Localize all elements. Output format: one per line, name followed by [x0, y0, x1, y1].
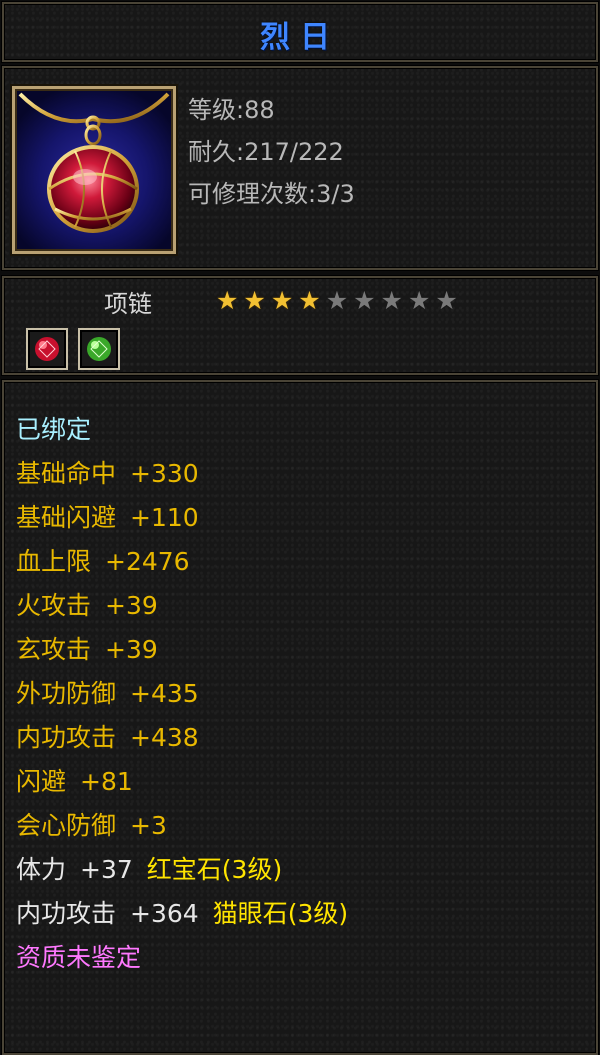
gem-attribute-value: +37 — [80, 855, 133, 884]
attribute-name: 火攻击 — [16, 591, 92, 620]
item-type-label: 项链 — [104, 290, 152, 318]
star-filled-icon: ★ — [270, 286, 294, 315]
ruby-pendant-necklace-icon — [18, 92, 170, 233]
red-gem-icon — [35, 337, 59, 361]
attribute-value: +39 — [105, 635, 158, 664]
gem-attribute-name: 体力 — [16, 855, 67, 884]
star-filled-icon: ★ — [216, 286, 239, 315]
star-filled-icon: ★ — [298, 286, 321, 315]
attribute-row: 外功防御 +435 — [16, 674, 199, 710]
attribute-name: 基础闪避 — [16, 503, 117, 532]
attribute-row: 基础闪避 +110 — [16, 498, 199, 534]
gem-attribute-row: 体力 +37 红宝石(3级) — [16, 850, 282, 886]
item-name: 烈日 — [260, 20, 340, 55]
attribute-row: 血上限 +2476 — [16, 542, 190, 578]
attribute-value: +2476 — [105, 547, 190, 576]
attribute-name: 闪避 — [16, 767, 67, 796]
attribute-name: 基础命中 — [16, 459, 117, 488]
star-empty-icon: ★ — [353, 286, 376, 315]
attribute-name: 外功防御 — [16, 679, 117, 708]
attribute-value: +438 — [130, 723, 199, 752]
durability-label: 耐久:217/222 — [188, 138, 344, 166]
star-rating: ★ ★ ★ ★ ★ ★ ★ ★ ★ — [216, 288, 458, 314]
attribute-name: 玄攻击 — [16, 635, 92, 664]
level-label: 等级:88 — [188, 96, 275, 124]
star-empty-icon: ★ — [325, 286, 349, 315]
aptitude-status: 资质未鉴定 — [16, 943, 142, 972]
attribute-value: +435 — [130, 679, 199, 708]
gem-name: 猫眼石(3级) — [212, 899, 349, 928]
attribute-value: +39 — [105, 591, 158, 620]
attribute-row: 会心防御 +3 — [16, 806, 167, 842]
item-type-panel: 项链 ★ ★ ★ ★ ★ ★ ★ ★ ★ — [2, 276, 598, 375]
star-empty-icon: ★ — [407, 286, 431, 315]
attribute-value: +3 — [130, 811, 167, 840]
attribute-value: +81 — [80, 767, 133, 796]
attribute-value: +330 — [130, 459, 199, 488]
star-empty-icon: ★ — [435, 286, 458, 315]
star-empty-icon: ★ — [380, 286, 403, 315]
gem-name: 红宝石(3级) — [146, 855, 283, 884]
attribute-name: 会心防御 — [16, 811, 117, 840]
necklace-icon[interactable] — [12, 86, 176, 254]
attribute-name: 内功攻击 — [16, 723, 117, 752]
gem-attribute-value: +364 — [130, 899, 199, 928]
attribute-row: 玄攻击 +39 — [16, 630, 158, 666]
title-bar: 烈日 — [2, 2, 598, 62]
gem-attribute-name: 内功攻击 — [16, 899, 117, 928]
gem-slot-green[interactable] — [78, 328, 120, 370]
attributes-panel: 已绑定 基础命中 +330 基础闪避 +110 血上限 +2476 火攻击 +39 玄攻… — [2, 380, 598, 1055]
attribute-row: 火攻击 +39 — [16, 586, 158, 622]
attribute-name: 血上限 — [16, 547, 92, 576]
gem-slot-red[interactable] — [26, 328, 68, 370]
star-filled-icon: ★ — [243, 286, 266, 315]
attribute-row: 闪避 +81 — [16, 762, 133, 798]
attribute-row: 内功攻击 +438 — [16, 718, 199, 754]
repair-count-label: 可修理次数:3/3 — [188, 180, 355, 208]
bound-status: 已绑定 — [16, 415, 92, 444]
gem-attribute-row: 内功攻击 +364 猫眼石(3级) — [16, 894, 348, 930]
green-gem-icon — [87, 337, 111, 361]
item-info-panel: 等级:88 耐久:217/222 可修理次数:3/3 — [2, 66, 598, 270]
attribute-value: +110 — [130, 503, 199, 532]
attribute-row: 基础命中 +330 — [16, 454, 199, 490]
